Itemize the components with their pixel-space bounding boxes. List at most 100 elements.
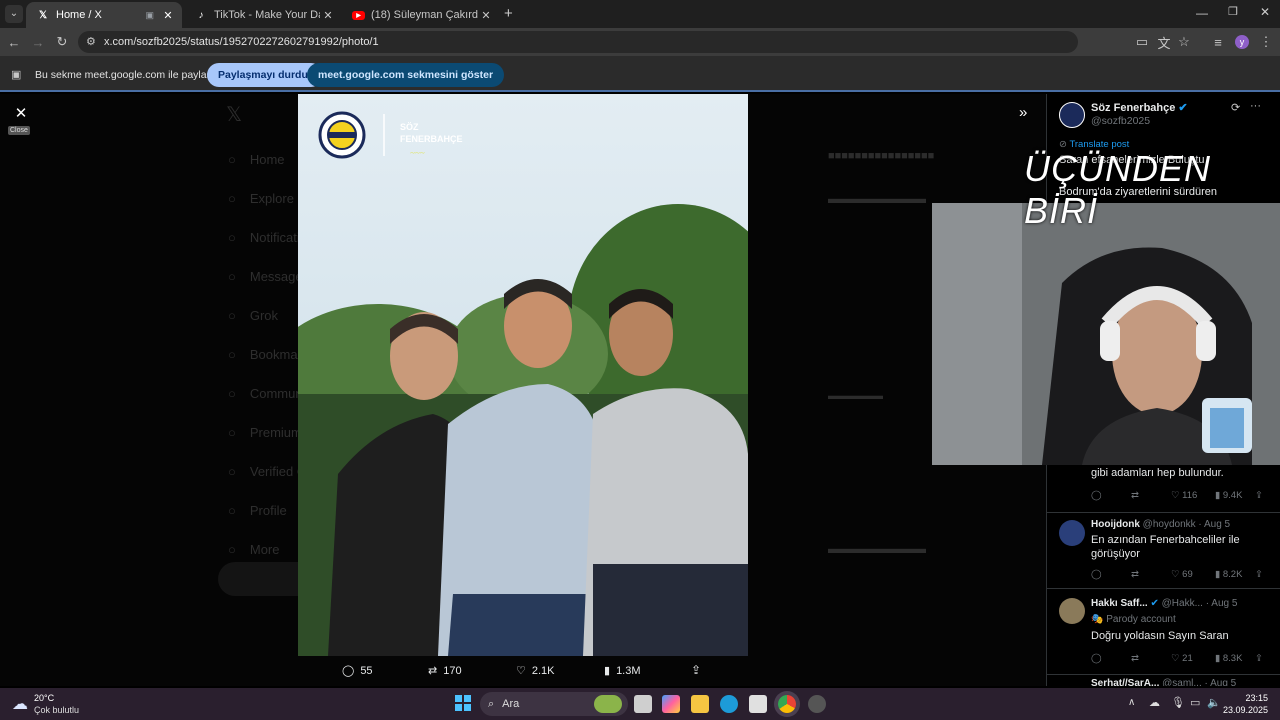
reply-avatar[interactable] bbox=[1059, 520, 1085, 546]
reply-icon[interactable]: ◯ bbox=[1091, 490, 1131, 501]
close-tab-icon[interactable]: ✕ bbox=[160, 9, 176, 22]
tab-search-button[interactable]: ⌄ bbox=[5, 5, 23, 23]
svg-text:~~~: ~~~ bbox=[410, 148, 425, 158]
url-text: x.com/sozfb2025/status/19527022726027919… bbox=[104, 36, 379, 48]
show-meet-tab-button[interactable]: meet.google.com sekmesini göster bbox=[307, 63, 505, 87]
windows-taskbar: ☁ 20°C Çok bulutlu ⌕ Ara ∧ ☁ 🎙 ▭ 🔈 23:15 … bbox=[0, 688, 1280, 720]
views-action[interactable]: ▮ 8.3K bbox=[1215, 653, 1255, 664]
nav-icon: ○ bbox=[228, 425, 236, 440]
translate-icon[interactable]: 文 bbox=[1156, 34, 1172, 51]
nav-icon: ○ bbox=[228, 542, 236, 557]
nav-icon: ○ bbox=[228, 152, 236, 167]
reload-icon[interactable]: ↻ bbox=[54, 34, 70, 50]
cast-icon[interactable]: ▭ bbox=[1134, 34, 1150, 50]
photo-image: SÖZ FENERBAHÇE ~~~ bbox=[298, 94, 748, 656]
reply-actions: ◯ ⇄ ♡ 69 ▮ 8.2K ⇪ bbox=[1091, 569, 1271, 580]
search-highlight-icon bbox=[594, 695, 622, 713]
like-action[interactable]: ♡ 69 bbox=[1171, 569, 1215, 580]
views-action[interactable]: ▮ 9.4K bbox=[1215, 490, 1255, 501]
like-action[interactable]: ♡ 116 bbox=[1171, 490, 1215, 501]
volume-icon[interactable]: 🔈 bbox=[1207, 696, 1221, 709]
tab-youtube[interactable]: ▶ (18) Süleyman Çakırdan Temel İ... ✕ bbox=[342, 2, 500, 28]
repost-action[interactable]: ⇄ 170 bbox=[428, 664, 462, 678]
close-viewer-icon[interactable]: ✕ bbox=[12, 104, 30, 122]
microphone-icon[interactable]: 🎙 bbox=[1171, 696, 1185, 709]
views-action[interactable]: ▮ 8.2K bbox=[1215, 569, 1255, 580]
post-actions: ◯ ⇄ ♡ 116 ▮ 9.4K ⇪ bbox=[1091, 490, 1271, 501]
grok-icon[interactable]: ⟳ bbox=[1231, 101, 1240, 114]
weather-desc[interactable]: Çok bulutlu bbox=[34, 705, 79, 715]
forward-icon[interactable]: → bbox=[30, 34, 46, 50]
tiktok-icon: ♪ bbox=[198, 9, 204, 21]
search-icon: ⌕ bbox=[488, 697, 495, 710]
like-action[interactable]: ♡ 21 bbox=[1171, 653, 1215, 664]
like-action[interactable]: ♡ 2.1K bbox=[516, 664, 555, 678]
tray-chevron-icon[interactable]: ∧ bbox=[1128, 697, 1135, 708]
tab-sharing-bar: ▣ Bu sekme meet.google.com ile paylaşılı… bbox=[0, 56, 1280, 92]
repost-icon[interactable]: ⇄ bbox=[1131, 653, 1171, 664]
bookmark-star-icon[interactable]: ☆ bbox=[1176, 34, 1192, 50]
onedrive-icon[interactable]: ☁ bbox=[1149, 696, 1160, 709]
reply-avatar[interactable] bbox=[1059, 598, 1085, 624]
close-tab-icon[interactable]: ✕ bbox=[320, 9, 336, 22]
stream-overlay-title: ÜÇÜNDEN BİRİ bbox=[1024, 148, 1211, 231]
repost-icon[interactable]: ⇄ bbox=[1131, 490, 1171, 501]
profile-avatar[interactable]: y bbox=[1235, 35, 1249, 49]
reply-icon[interactable]: ◯ bbox=[1091, 569, 1131, 580]
weather-temp[interactable]: 20°C bbox=[34, 693, 54, 703]
x-logo-icon: 𝕏 bbox=[226, 104, 243, 126]
repost-icon: ⇄ bbox=[428, 665, 438, 677]
windows-start-icon[interactable] bbox=[455, 695, 471, 711]
views-chart-icon: ▮ bbox=[604, 665, 611, 677]
address-bar[interactable]: ⚙ x.com/sozfb2025/status/195270227260279… bbox=[78, 31, 1078, 53]
store-icon[interactable] bbox=[749, 695, 767, 713]
reply-icon: ◯ bbox=[342, 665, 355, 677]
share-icon[interactable]: ⇪ bbox=[1255, 569, 1263, 580]
weather-cloud-icon[interactable]: ☁ bbox=[12, 694, 28, 714]
expand-sidebar-icon[interactable]: » bbox=[1019, 104, 1027, 121]
close-tab-icon[interactable]: ✕ bbox=[478, 9, 494, 22]
more-options-icon[interactable]: ··· bbox=[1250, 100, 1261, 112]
reading-list-icon[interactable]: ≡ bbox=[1210, 34, 1226, 50]
restore-icon[interactable]: ❐ bbox=[1228, 5, 1238, 18]
reply-action[interactable]: ◯ 55 bbox=[342, 664, 373, 678]
obs-icon[interactable] bbox=[808, 695, 826, 713]
taskbar-search[interactable]: ⌕ Ara bbox=[480, 692, 628, 716]
menu-dots-icon[interactable]: ⋮ bbox=[1258, 34, 1274, 50]
task-view-icon[interactable] bbox=[634, 695, 652, 713]
clock-time[interactable]: 23:15 bbox=[1230, 693, 1268, 703]
clock-date[interactable]: 23.09.2025 bbox=[1222, 705, 1268, 715]
chrome-icon[interactable] bbox=[778, 695, 796, 713]
file-explorer-icon[interactable] bbox=[691, 695, 709, 713]
browser-tab-strip: ⌄ 𝕏 Home / X ▣ ✕ ♪ TikTok - Make Your Da… bbox=[0, 0, 1280, 28]
youtube-icon: ▶ bbox=[352, 10, 365, 20]
reply-icon[interactable]: ◯ bbox=[1091, 653, 1131, 664]
stop-sharing-button[interactable]: Paylaşmayı durdur bbox=[207, 63, 323, 87]
verified-badge-icon: ✔ bbox=[1150, 598, 1159, 609]
tab-tiktok[interactable]: ♪ TikTok - Make Your Day ✕ bbox=[184, 2, 342, 28]
close-tooltip: Close bbox=[8, 126, 30, 135]
back-icon[interactable]: ← bbox=[6, 34, 22, 50]
share-icon[interactable]: ⇪ bbox=[1255, 653, 1263, 664]
close-window-icon[interactable]: ✕ bbox=[1260, 5, 1270, 19]
nav-icon: ○ bbox=[228, 269, 236, 284]
minimize-icon[interactable]: — bbox=[1196, 6, 1208, 20]
author-avatar[interactable] bbox=[1059, 102, 1085, 128]
repost-icon[interactable]: ⇄ bbox=[1131, 569, 1171, 580]
tab-home-x[interactable]: 𝕏 Home / X ▣ ✕ bbox=[26, 2, 182, 28]
network-icon[interactable]: ▭ bbox=[1190, 696, 1200, 709]
author-name[interactable]: Söz Fenerbahçe ✔ bbox=[1091, 101, 1188, 114]
copilot-icon[interactable] bbox=[662, 695, 680, 713]
sharing-indicator-icon: ▣ bbox=[145, 9, 154, 20]
edge-icon[interactable] bbox=[720, 695, 738, 713]
site-info-icon[interactable]: ⚙ bbox=[86, 35, 96, 48]
post-photo: SÖZ FENERBAHÇE ~~~ bbox=[298, 94, 748, 656]
post-text-line-3: gibi adamları hep bulundur. bbox=[1091, 467, 1224, 479]
new-tab-icon[interactable]: + bbox=[504, 5, 513, 22]
nav-icon: ○ bbox=[228, 308, 236, 323]
share-icon[interactable]: ⇪ bbox=[1255, 490, 1263, 501]
reply-text: Doğru yoldasın Sayın Saran bbox=[1091, 630, 1229, 642]
views-action[interactable]: ▮ 1.3M bbox=[604, 664, 641, 678]
share-icon[interactable]: ⇪ bbox=[691, 663, 701, 677]
reply-header: Hooijdonk @hoydonkk · Aug 5 bbox=[1091, 519, 1231, 530]
